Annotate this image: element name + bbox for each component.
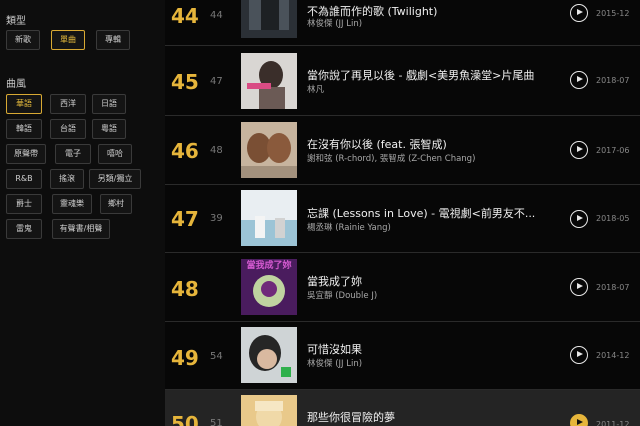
release-date: 2014-12	[596, 351, 630, 360]
type-chip-singles[interactable]: 單曲	[51, 30, 85, 50]
table-row[interactable]: 48 當我成了妳 當我成了妳 吳宜靜 (Double J) 2018-07	[165, 253, 640, 322]
play-button[interactable]	[570, 346, 588, 364]
genre-chip-hiphop[interactable]: 嘻哈	[98, 144, 132, 164]
release-date: 2018-07	[596, 76, 630, 85]
table-row[interactable]: 46 48 在沒有你以後 (feat. 張智成) 謝和弦 (R-chord), …	[165, 116, 640, 185]
previous-rank: 47	[210, 76, 223, 87]
artist-name[interactable]: 林俊傑 (JJ Lin)	[307, 17, 557, 29]
table-row[interactable]: 47 39 忘課 (Lessons in Love) - 電視劇<前男友不...…	[165, 185, 640, 253]
play-button[interactable]	[570, 71, 588, 89]
artist-name[interactable]: 吳宜靜 (Double J)	[307, 289, 557, 301]
album-art[interactable]	[241, 122, 297, 178]
album-art[interactable]: 當我成了妳	[241, 259, 297, 315]
table-row[interactable]: 50 51 那些你很冒險的夢 2011-12	[165, 390, 640, 426]
type-chip-new-songs[interactable]: 新歌	[6, 30, 40, 50]
genre-chip-soundtrack[interactable]: 原聲帶	[6, 144, 46, 164]
song-title[interactable]: 可惜沒如果	[307, 341, 557, 357]
play-button[interactable]	[570, 278, 588, 296]
rank-number: 48	[171, 277, 199, 301]
table-row[interactable]: 44 44 不為誰而作的歌 (Twilight) 林俊傑 (JJ Lin) 20…	[165, 0, 640, 46]
song-title[interactable]: 忘課 (Lessons in Love) - 電視劇<前男友不...	[307, 205, 557, 221]
genre-chip-audiobook[interactable]: 有聲書/相聲	[52, 219, 110, 239]
chart-list: 44 44 不為誰而作的歌 (Twilight) 林俊傑 (JJ Lin) 20…	[165, 0, 640, 426]
table-row[interactable]: 45 47 當你說了再見以後 - 戲劇<美男魚澡堂>片尾曲 林凡 2018-07	[165, 46, 640, 116]
genre-chip-jazz[interactable]: 爵士	[6, 194, 42, 214]
genre-chip-electronic[interactable]: 電子	[55, 144, 91, 164]
rank-number: 45	[171, 70, 199, 94]
release-date: 2017-06	[596, 146, 630, 155]
type-chip-albums[interactable]: 專輯	[96, 30, 130, 50]
genre-chip-taiwanese[interactable]: 台語	[50, 119, 86, 139]
artist-name[interactable]: 謝和弦 (R-chord), 張智成 (Z-Chen Chang)	[307, 152, 557, 164]
genre-chip-rnb[interactable]: R&B	[6, 169, 42, 189]
release-date: 2011-12	[596, 420, 630, 426]
release-date: 2015-12	[596, 9, 630, 18]
artist-name[interactable]: 楊丞琳 (Rainie Yang)	[307, 221, 557, 233]
album-art[interactable]	[241, 53, 297, 109]
album-art[interactable]	[241, 190, 297, 246]
genre-chip-korean[interactable]: 韓語	[6, 119, 42, 139]
release-date: 2018-05	[596, 214, 630, 223]
previous-rank: 48	[210, 145, 223, 156]
album-art[interactable]	[241, 327, 297, 383]
genre-chip-rock[interactable]: 搖滾	[50, 169, 84, 189]
genre-chip-western[interactable]: 西洋	[50, 94, 86, 114]
play-button[interactable]	[570, 141, 588, 159]
previous-rank: 44	[210, 10, 223, 21]
previous-rank: 54	[210, 351, 223, 362]
rank-number: 44	[171, 4, 199, 28]
artist-name[interactable]: 林凡	[307, 83, 557, 95]
release-date: 2018-07	[596, 283, 630, 292]
genre-chip-reggae[interactable]: 雷鬼	[6, 219, 42, 239]
previous-rank: 39	[210, 213, 223, 224]
play-button[interactable]	[570, 210, 588, 228]
album-art[interactable]	[241, 0, 297, 38]
album-art[interactable]	[241, 395, 297, 426]
genre-chip-country[interactable]: 鄉村	[100, 194, 132, 214]
previous-rank: 51	[210, 418, 223, 426]
album-art-title: 當我成了妳	[246, 261, 292, 271]
genre-chip-japanese[interactable]: 日語	[92, 94, 126, 114]
genre-section-title: 曲風	[6, 79, 26, 90]
rank-number: 49	[171, 346, 199, 370]
rank-number: 46	[171, 139, 199, 163]
rank-number: 47	[171, 207, 199, 231]
song-title[interactable]: 當你說了再見以後 - 戲劇<美男魚澡堂>片尾曲	[307, 67, 557, 83]
play-button[interactable]	[570, 414, 588, 426]
genre-chip-soul[interactable]: 靈魂樂	[52, 194, 92, 214]
song-title[interactable]: 當我成了妳	[307, 273, 557, 289]
song-title[interactable]: 那些你很冒險的夢	[307, 409, 557, 425]
play-button[interactable]	[570, 4, 588, 22]
genre-chip-mandarin[interactable]: 華語	[6, 94, 42, 114]
artist-name[interactable]: 林俊傑 (JJ Lin)	[307, 357, 557, 369]
song-title[interactable]: 在沒有你以後 (feat. 張智成)	[307, 136, 557, 152]
genre-chip-indie[interactable]: 另類/獨立	[89, 169, 141, 189]
type-section-title: 類型	[6, 16, 26, 27]
table-row[interactable]: 49 54 可惜沒如果 林俊傑 (JJ Lin) 2014-12	[165, 322, 640, 390]
filter-sidebar: 類型 新歌 單曲 專輯 曲風 華語 西洋 日語 韓語 台語 粵語 原聲帶 電子 …	[0, 0, 165, 426]
genre-chip-cantonese[interactable]: 粵語	[92, 119, 126, 139]
rank-number: 50	[171, 412, 199, 426]
